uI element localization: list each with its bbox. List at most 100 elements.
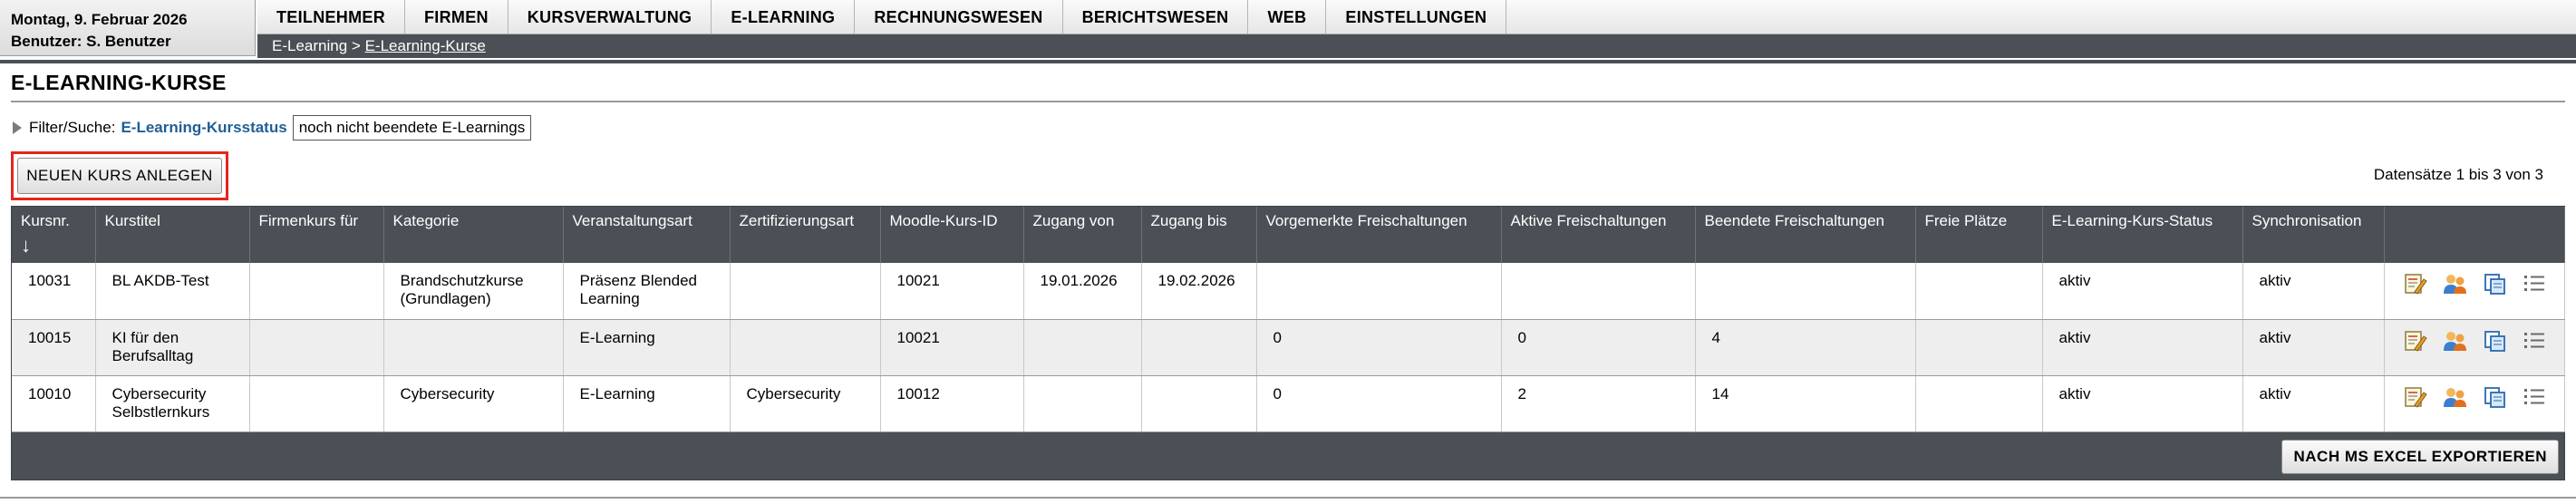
table-row[interactable]: 10010 Cybersecurity Selbstlernkurs Cyberse… xyxy=(12,375,2565,432)
copy-icon[interactable] xyxy=(2481,272,2508,296)
participants-icon[interactable] xyxy=(2441,385,2468,409)
table-cell: 14 xyxy=(1695,375,1916,432)
column-header[interactable]: Synchronisation xyxy=(2242,207,2385,263)
table-cell: 2 xyxy=(1501,375,1696,432)
column-header[interactable]: Kategorie xyxy=(383,207,564,263)
divider xyxy=(0,60,2576,63)
column-header[interactable]: Kurstitel xyxy=(95,207,250,263)
menu-item-kursverwaltung[interactable]: KURSVERWALTUNG xyxy=(508,0,712,34)
table-cell: BL AKDB-Test xyxy=(95,263,250,320)
filter-bar: Filter/Suche: E-Learning-Kursstatus noch… xyxy=(11,113,2565,142)
table-row[interactable]: 10015 KI für den Berufsalltag E-Learning 10… xyxy=(12,319,2565,376)
date-user-box: Montag, 9. Februar 2026 Benutzer: S. Ben… xyxy=(0,0,256,56)
new-course-button[interactable]: NEUEN KURS ANLEGEN xyxy=(17,158,222,194)
table-cell xyxy=(249,375,384,432)
column-header-label: Vorgemerkte Freischaltungen xyxy=(1265,212,1467,229)
column-header[interactable]: Beendete Freischaltungen xyxy=(1695,207,1916,263)
menu-item-einstellungen[interactable]: EINSTELLUNGEN xyxy=(1326,0,1507,34)
row-actions xyxy=(2384,263,2565,320)
column-header[interactable]: Kursnr. ↓ xyxy=(12,207,96,263)
table-cell: aktiv xyxy=(2042,375,2243,432)
menu-item-rechnungswesen[interactable]: RECHNUNGSWESEN xyxy=(855,0,1063,34)
column-header-label: Moodle-Kurs-ID xyxy=(889,212,998,229)
table-cell: aktiv xyxy=(2242,375,2385,432)
table-cell xyxy=(249,319,384,376)
sort-arrow-icon[interactable]: ↓ xyxy=(21,234,86,257)
column-header-label: Veranstaltungsart xyxy=(572,212,692,229)
menu-item-teilnehmer[interactable]: TEILNEHMER xyxy=(257,0,405,34)
table-cell: 19.02.2026 xyxy=(1141,263,1257,320)
column-header[interactable]: Firmenkurs für xyxy=(249,207,384,263)
table-cell: E-Learning xyxy=(563,319,731,376)
menu-item-e-learning[interactable]: E-LEARNING xyxy=(712,0,856,34)
column-header-label: Kategorie xyxy=(392,212,460,229)
table-cell xyxy=(1915,319,2043,376)
top-bar: Montag, 9. Februar 2026 Benutzer: S. Ben… xyxy=(0,0,2576,63)
column-header-label: Freie Plätze xyxy=(1924,212,2008,229)
column-header[interactable]: Vorgemerkte Freischaltungen xyxy=(1256,207,1502,263)
column-header-label: Zertifizierungsart xyxy=(739,212,855,229)
column-header-label: Synchronisation xyxy=(2252,212,2362,229)
table-cell: 10021 xyxy=(880,263,1024,320)
participants-icon[interactable] xyxy=(2441,272,2468,296)
edit-icon[interactable] xyxy=(2401,385,2428,409)
column-header-label: E-Learning-Kurs-Status xyxy=(2051,212,2213,229)
table-cell: aktiv xyxy=(2042,263,2243,320)
table-cell: 10010 xyxy=(12,375,96,432)
breadcrumb-current[interactable]: E-Learning-Kurse xyxy=(365,37,486,54)
table-cell xyxy=(1695,263,1916,320)
column-header[interactable]: Zugang bis xyxy=(1141,207,1257,263)
row-actions xyxy=(2384,319,2565,376)
column-header[interactable] xyxy=(2384,207,2565,263)
column-header[interactable]: Freie Plätze xyxy=(1915,207,2043,263)
filter-key-link[interactable]: E-Learning-Kursstatus xyxy=(121,119,286,137)
list-icon[interactable] xyxy=(2521,385,2548,409)
menu-item-firmen[interactable]: FIRMEN xyxy=(405,0,508,34)
menu-item-berichtswesen[interactable]: BERICHTSWESEN xyxy=(1063,0,1249,34)
table-body: 10031 BL AKDB-Test Brandschutzkurse (Grund… xyxy=(12,263,2565,432)
current-user: Benutzer: S. Benutzer xyxy=(11,33,171,50)
edit-icon[interactable] xyxy=(2401,329,2428,353)
list-icon[interactable] xyxy=(2521,329,2548,353)
column-header[interactable]: Zertifizierungsart xyxy=(730,207,881,263)
table-row[interactable]: 10031 BL AKDB-Test Brandschutzkurse (Grund… xyxy=(12,263,2565,320)
row-actions xyxy=(2384,375,2565,432)
expand-triangle-icon[interactable] xyxy=(13,121,22,134)
edit-icon[interactable] xyxy=(2401,272,2428,296)
copy-icon[interactable] xyxy=(2481,385,2508,409)
table-cell: 0 xyxy=(1256,375,1502,432)
table-cell: KI für den Berufsalltag xyxy=(95,319,250,376)
breadcrumb: E-Learning > E-Learning-Kurse xyxy=(257,34,2576,58)
export-excel-button[interactable]: NACH MS EXCEL EXPORTIEREN xyxy=(2281,439,2559,474)
table-cell xyxy=(730,263,881,320)
table-cell: aktiv xyxy=(2242,319,2385,376)
breadcrumb-parent[interactable]: E-Learning xyxy=(272,37,347,54)
column-header-label: Firmenkurs für xyxy=(258,212,359,229)
column-header[interactable]: Aktive Freischaltungen xyxy=(1501,207,1696,263)
table-cell: 4 xyxy=(1695,319,1916,376)
participants-icon[interactable] xyxy=(2441,329,2468,353)
table-cell xyxy=(249,263,384,320)
table-cell xyxy=(1141,319,1257,376)
column-header[interactable]: E-Learning-Kurs-Status xyxy=(2042,207,2243,263)
page-title: E-LEARNING-KURSE xyxy=(11,71,2565,102)
column-header-label: Kurstitel xyxy=(104,212,160,229)
highlight-frame: NEUEN KURS ANLEGEN xyxy=(11,151,228,200)
courses-table: Kursnr. ↓ Kurstitel Firmenkurs für Kategorie… xyxy=(11,206,2565,480)
list-icon[interactable] xyxy=(2521,272,2548,296)
copy-icon[interactable] xyxy=(2481,329,2508,353)
table-cell xyxy=(383,319,564,376)
table-cell: Präsenz Blended Learning xyxy=(563,263,731,320)
table-cell xyxy=(1023,319,1142,376)
filter-value[interactable]: noch nicht beendete E-Learnings xyxy=(292,115,532,141)
filter-label: Filter/Suche: xyxy=(29,119,116,136)
column-header[interactable]: Zugang von xyxy=(1023,207,1142,263)
column-header[interactable]: Veranstaltungsart xyxy=(563,207,731,263)
table-cell: 19.01.2026 xyxy=(1023,263,1142,320)
column-header[interactable]: Moodle-Kurs-ID xyxy=(880,207,1024,263)
menu-item-web[interactable]: WEB xyxy=(1248,0,1327,34)
table-header: Kursnr. ↓ Kurstitel Firmenkurs für Kategorie… xyxy=(12,207,2565,263)
table-cell: aktiv xyxy=(2042,319,2243,376)
column-header-label: Kursnr. xyxy=(21,212,70,229)
table-cell: 10021 xyxy=(880,319,1024,376)
